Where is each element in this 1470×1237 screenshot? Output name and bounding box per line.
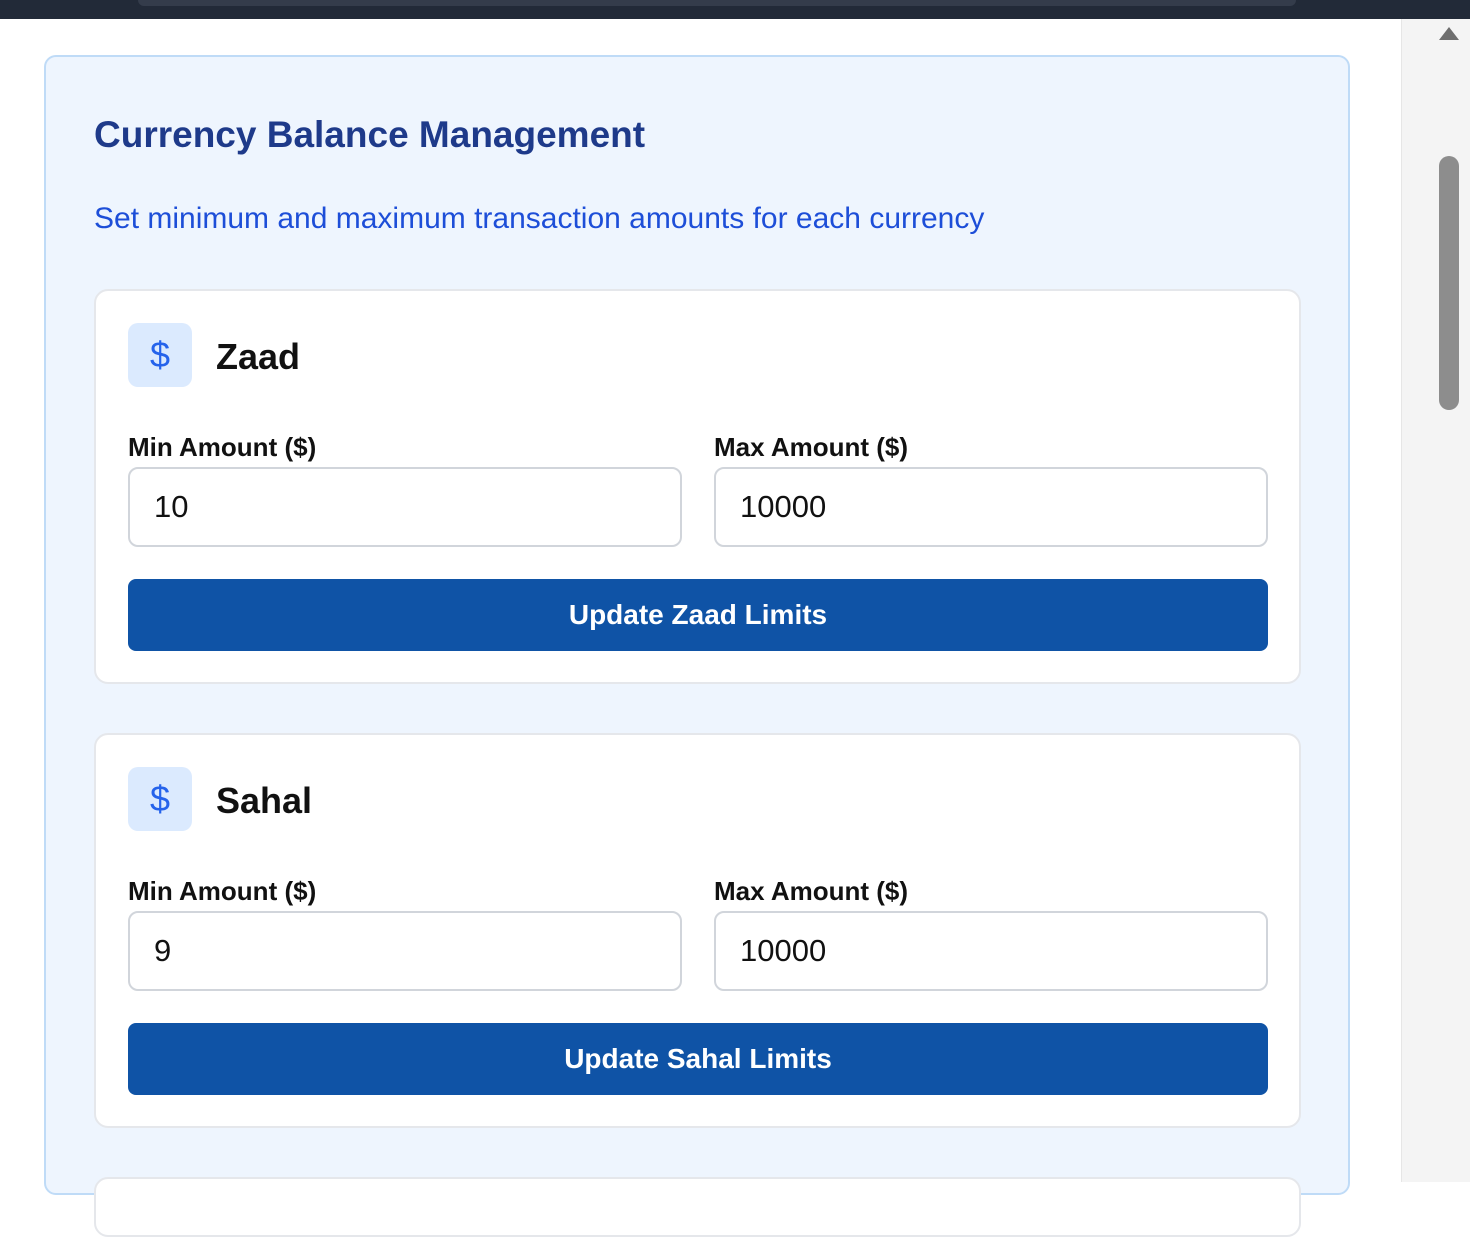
max-amount-input[interactable]: [714, 467, 1268, 547]
currency-card-partial: [94, 1177, 1301, 1237]
min-amount-label: Min Amount ($): [128, 432, 317, 462]
currency-name: Sahal: [216, 780, 313, 821]
min-amount-input[interactable]: [128, 467, 682, 547]
page-title: Currency Balance Management: [94, 114, 646, 155]
dollar-sign-icon: $: [128, 323, 192, 387]
max-amount-input[interactable]: [714, 911, 1268, 991]
address-bar-edge: [138, 0, 1296, 6]
browser-top-bar: [0, 0, 1470, 19]
scrollbar-thumb[interactable]: [1439, 156, 1459, 410]
max-amount-label: Max Amount ($): [714, 876, 909, 906]
dollar-sign-icon: $: [128, 767, 192, 831]
page-subtitle: Set minimum and maximum transaction amou…: [94, 202, 985, 235]
update-sahal-limits-button[interactable]: Update Sahal Limits: [128, 1023, 1268, 1095]
scroll-up-arrow-icon[interactable]: [1439, 27, 1459, 40]
max-amount-label: Max Amount ($): [714, 432, 909, 462]
currency-card-zaad: $ Zaad Min Amount ($) Max Amount ($) Upd…: [94, 289, 1301, 684]
update-zaad-limits-button[interactable]: Update Zaad Limits: [128, 579, 1268, 651]
vertical-scrollbar[interactable]: [1401, 19, 1470, 1182]
min-amount-input[interactable]: [128, 911, 682, 991]
min-amount-label: Min Amount ($): [128, 876, 317, 906]
currency-card-sahal: $ Sahal Min Amount ($) Max Amount ($) Up…: [94, 733, 1301, 1128]
currency-name: Zaad: [216, 336, 301, 377]
